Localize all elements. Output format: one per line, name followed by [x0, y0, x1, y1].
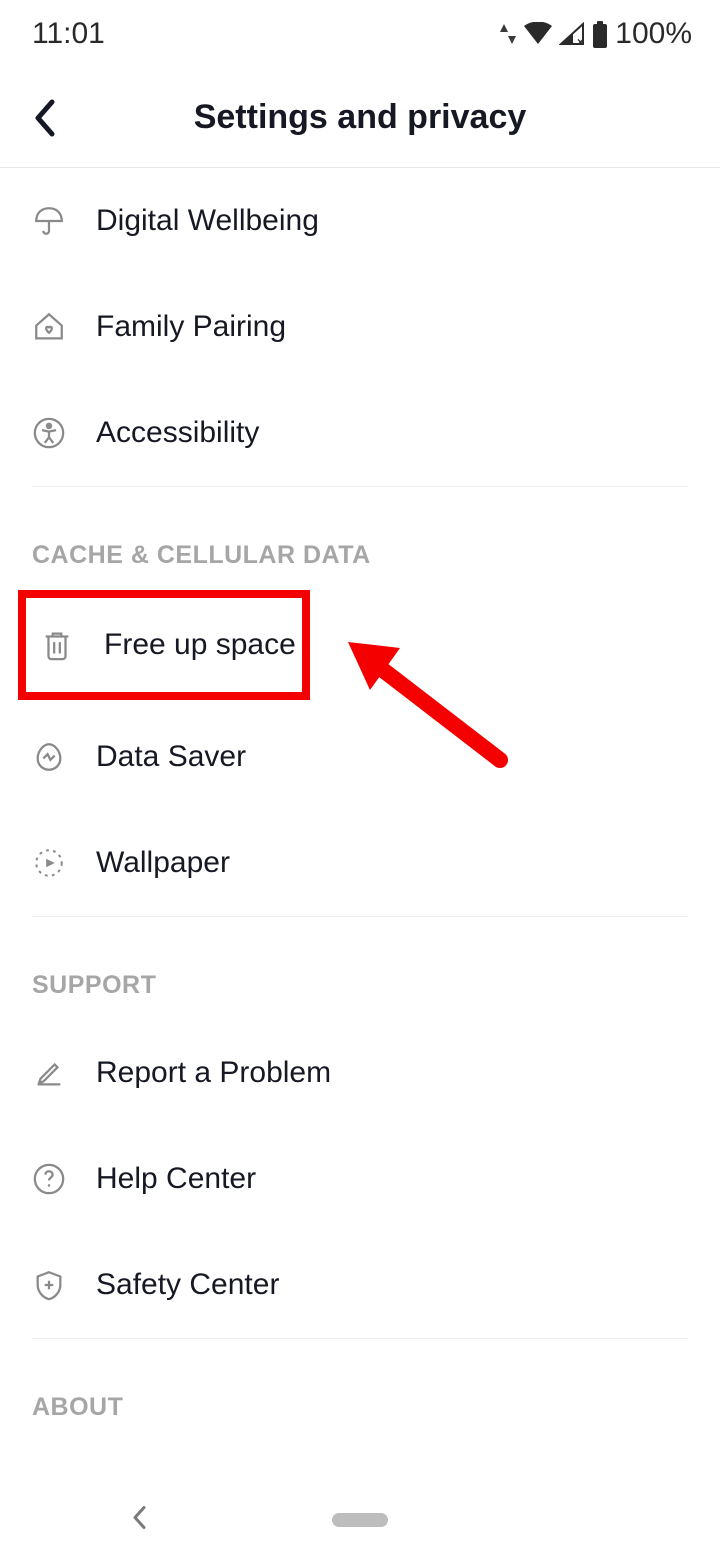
trash-icon	[40, 628, 74, 662]
svg-text:4: 4	[542, 33, 548, 45]
item-safety-center[interactable]: Safety Center	[32, 1232, 688, 1338]
item-free-up-space[interactable]: Free up space	[26, 600, 302, 690]
item-label: Safety Center	[96, 1268, 279, 1302]
item-wallpaper[interactable]: Wallpaper	[32, 810, 688, 916]
battery-icon	[591, 20, 609, 48]
wifi-icon: 4	[523, 22, 553, 46]
wallpaper-icon	[32, 846, 66, 880]
battery-percent: 100%	[615, 17, 692, 51]
status-time: 11:01	[32, 17, 105, 51]
item-label: Accessibility	[96, 416, 259, 450]
nav-home-pill[interactable]	[332, 1513, 388, 1527]
chevron-left-icon	[32, 98, 56, 138]
app-header: Settings and privacy	[0, 68, 720, 168]
umbrella-icon	[32, 204, 66, 238]
question-circle-icon	[32, 1162, 66, 1196]
back-button[interactable]	[24, 98, 64, 138]
chevron-left-icon	[130, 1504, 148, 1532]
item-accessibility[interactable]: Accessibility	[32, 380, 688, 486]
status-right: 4 × 100%	[499, 17, 692, 51]
item-label: Free up space	[104, 628, 296, 662]
section-header-cache: CACHE & CELLULAR DATA	[32, 487, 688, 590]
item-label: Help Center	[96, 1162, 256, 1196]
data-saver-icon	[32, 740, 66, 774]
nav-back-button[interactable]	[130, 1504, 148, 1537]
accessibility-icon	[32, 416, 66, 450]
item-label: Data Saver	[96, 740, 246, 774]
data-updown-icon	[499, 22, 517, 46]
status-bar: 11:01 4 × 100%	[0, 0, 720, 68]
pencil-icon	[32, 1056, 66, 1090]
android-navbar	[0, 1480, 720, 1560]
svg-text:×: ×	[577, 35, 584, 46]
item-label: Digital Wellbeing	[96, 204, 319, 238]
item-help-center[interactable]: Help Center	[32, 1126, 688, 1232]
annotation-highlight: Free up space	[18, 590, 310, 700]
item-label: Report a Problem	[96, 1056, 331, 1090]
section-header-about: ABOUT	[32, 1339, 688, 1442]
page-title: Settings and privacy	[194, 98, 527, 137]
item-digital-wellbeing[interactable]: Digital Wellbeing	[32, 168, 688, 274]
item-data-saver[interactable]: Data Saver	[32, 704, 688, 810]
section-header-support: SUPPORT	[32, 917, 688, 1020]
item-label: Family Pairing	[96, 310, 286, 344]
signal-icon: ×	[559, 22, 585, 46]
item-report-problem[interactable]: Report a Problem	[32, 1020, 688, 1126]
house-heart-icon	[32, 310, 66, 344]
shield-plus-icon	[32, 1268, 66, 1302]
item-label: Wallpaper	[96, 846, 230, 880]
item-family-pairing[interactable]: Family Pairing	[32, 274, 688, 380]
